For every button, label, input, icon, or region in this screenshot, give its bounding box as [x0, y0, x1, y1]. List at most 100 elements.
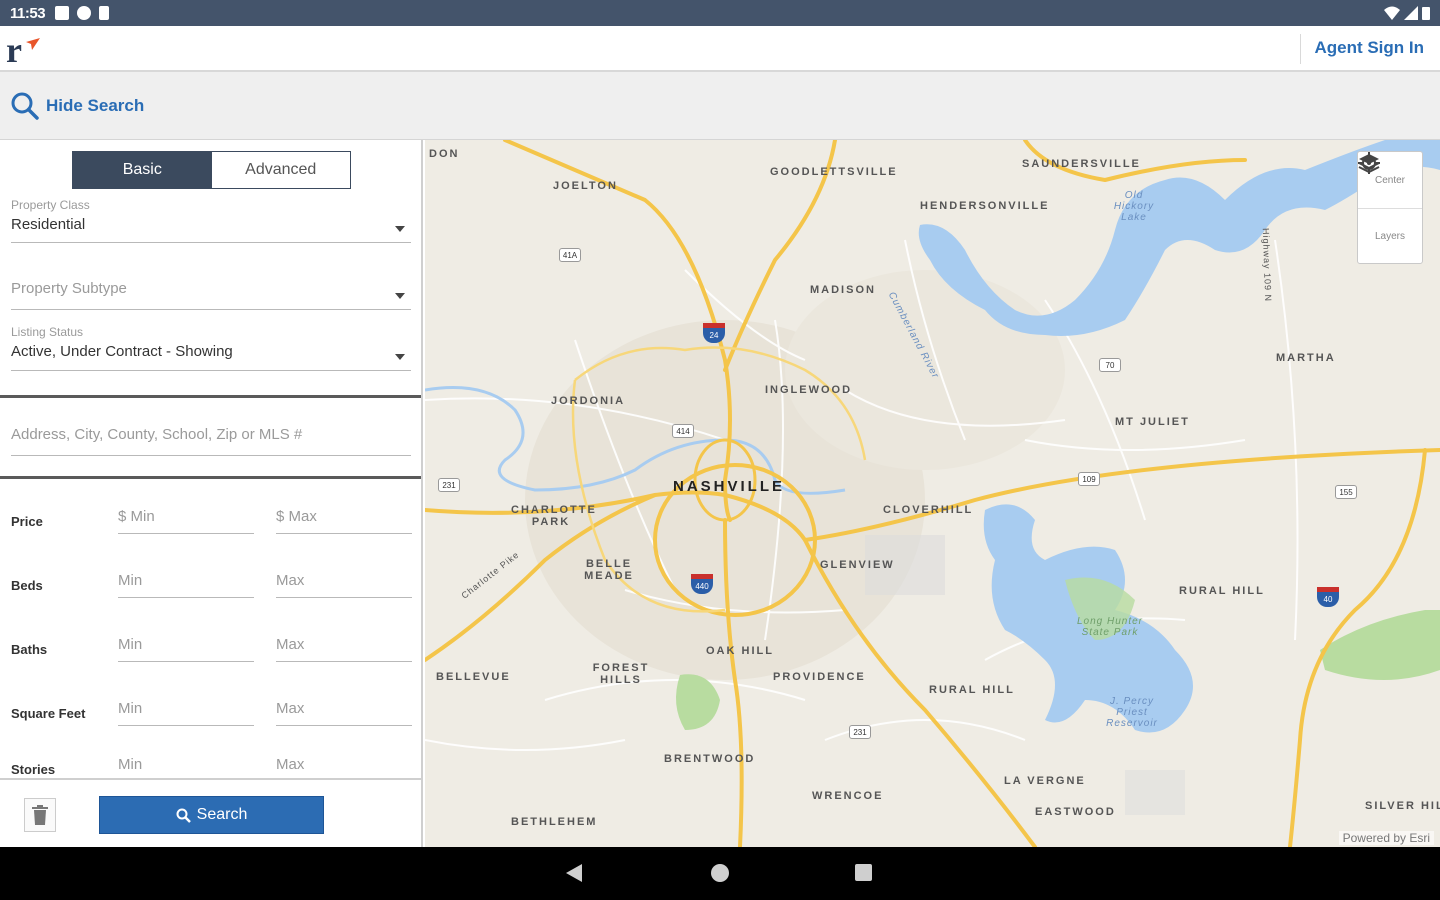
search-toggle-bar[interactable]: Hide Search	[0, 72, 1440, 140]
price-max-input[interactable]: $ Max	[276, 492, 412, 534]
baths-max-input[interactable]: Max	[276, 620, 412, 662]
section-divider	[0, 395, 421, 398]
map-place-label: DON	[429, 148, 460, 160]
map-water-label: Old Hickory Lake	[1113, 190, 1155, 223]
map-place-label: MT JULIET	[1115, 416, 1190, 428]
agent-sign-in-link[interactable]: Agent Sign In	[1314, 38, 1424, 58]
route-shield: 41A	[559, 248, 581, 262]
map-place-label: BETHLEHEM	[511, 816, 598, 828]
map-place-label: OAK HILL	[706, 645, 774, 657]
search-button[interactable]: Search	[99, 796, 324, 834]
brand-logo[interactable]: r	[4, 28, 44, 70]
interstate-shield: 440	[691, 574, 713, 594]
price-range-row: Price $ Min $ Max	[11, 492, 412, 534]
status-bar: 11:53	[0, 0, 1440, 26]
listing-status-label: Listing Status	[11, 325, 84, 339]
map-place-label: BELLEVUE	[436, 671, 511, 683]
listing-status-select[interactable]: Listing Status Active, Under Contract - …	[11, 325, 411, 371]
chevron-down-icon	[395, 293, 405, 299]
status-time: 11:53	[10, 4, 46, 22]
search-actions-bar: Search	[0, 778, 421, 847]
battery-icon	[1422, 7, 1430, 20]
map-place-label: MADISON	[810, 284, 876, 296]
property-class-select[interactable]: Property Class Residential	[11, 198, 411, 243]
hide-search-button[interactable]: Hide Search	[46, 96, 144, 116]
tab-advanced[interactable]: Advanced	[211, 152, 350, 188]
layers-icon	[1358, 154, 1380, 174]
search-filter-panel: Basic Advanced Property Class Residentia…	[0, 140, 423, 847]
map-controls: Center Layers	[1357, 151, 1423, 264]
route-shield: 155	[1335, 485, 1357, 499]
address-search-input[interactable]: Address, City, County, School, Zip or ML…	[11, 426, 411, 456]
stories-label: Stories	[11, 762, 56, 777]
chevron-down-icon	[395, 354, 405, 360]
clear-filters-button[interactable]	[24, 798, 56, 832]
property-subtype-select[interactable]: Property Subtype	[11, 280, 411, 310]
home-icon[interactable]	[711, 864, 729, 882]
map-place-label: BRENTWOOD	[664, 753, 756, 765]
map-place-label: SILVER HILL	[1365, 800, 1440, 812]
system-nav-bar	[0, 847, 1440, 900]
interstate-shield: 40	[1317, 587, 1339, 607]
route-shield: 231	[849, 725, 871, 739]
property-class-label: Property Class	[11, 198, 90, 212]
map-place-label: HENDERSONVILLE	[920, 200, 1050, 212]
listing-status-value: Active, Under Contract - Showing	[11, 343, 233, 360]
layers-label: Layers	[1374, 231, 1405, 242]
map-park-label: Long Hunter State Park	[1076, 616, 1144, 638]
map-attribution: Powered by Esri	[1338, 831, 1434, 845]
route-shield: 414	[672, 424, 694, 438]
baths-range-row: Baths Min Max	[11, 620, 412, 662]
property-subtype-placeholder: Property Subtype	[11, 280, 127, 297]
search-button-label: Search	[196, 806, 248, 823]
layers-button[interactable]: Layers	[1358, 154, 1422, 264]
beds-max-input[interactable]: Max	[276, 556, 412, 598]
trash-icon	[32, 805, 48, 825]
tab-basic[interactable]: Basic	[73, 152, 212, 188]
header-divider	[1300, 34, 1301, 64]
search-icon	[11, 92, 39, 120]
notification-icon	[55, 6, 70, 20]
map-place-label: WRENCOE	[812, 790, 884, 802]
map-place-label: EASTWOOD	[1035, 806, 1116, 818]
map-place-label: GLENVIEW	[820, 559, 895, 571]
baths-label: Baths	[11, 642, 48, 657]
recent-apps-icon[interactable]	[855, 864, 872, 881]
map-place-label: JOELTON	[553, 180, 618, 192]
baths-min-input[interactable]: Min	[118, 620, 254, 662]
map-city-label: NASHVILLE	[673, 478, 786, 495]
map-canvas[interactable]	[425, 140, 1440, 847]
map-view[interactable]: DON JOELTON GOODLETTSVILLE SAUNDERSVILLE…	[425, 140, 1440, 847]
back-icon[interactable]	[566, 864, 582, 882]
stories-range-row: Stories Min Max	[11, 740, 412, 782]
map-place-label: BELLE MEADE	[584, 558, 634, 582]
property-class-value: Residential	[11, 216, 86, 233]
app-header: r Agent Sign In	[0, 26, 1440, 72]
map-place-label: JORDONIA	[551, 395, 626, 407]
square-feet-label: Square Feet	[11, 706, 86, 721]
map-place-label: CHARLOTTE PARK	[511, 504, 597, 528]
sd-card-icon	[99, 6, 110, 20]
route-shield: 231	[438, 478, 460, 492]
map-water-label: J. Percy Priest Reservoir	[1106, 696, 1158, 729]
signal-icon	[1404, 6, 1418, 20]
svg-text:r: r	[6, 30, 22, 68]
stories-min-input[interactable]: Min	[118, 740, 254, 782]
square-feet-max-input[interactable]: Max	[276, 684, 412, 726]
route-shield: 109	[1078, 472, 1100, 486]
square-feet-min-input[interactable]: Min	[118, 684, 254, 726]
map-place-label: PROVIDENCE	[773, 671, 866, 683]
beds-min-input[interactable]: Min	[118, 556, 254, 598]
route-shield: 70	[1099, 358, 1121, 372]
interstate-shield: 24	[703, 323, 725, 343]
wifi-icon	[1384, 6, 1400, 20]
map-place-label: CLOVERHILL	[883, 504, 974, 516]
stories-max-input[interactable]: Max	[276, 740, 412, 782]
map-place-label: GOODLETTSVILLE	[770, 166, 898, 178]
map-place-label: INGLEWOOD	[765, 384, 853, 396]
map-place-label: FOREST HILLS	[592, 662, 650, 686]
section-divider	[0, 476, 421, 479]
price-min-input[interactable]: $ Min	[118, 492, 254, 534]
map-place-label: RURAL HILL	[1179, 585, 1265, 597]
map-place-label: RURAL HILL	[929, 684, 1015, 696]
